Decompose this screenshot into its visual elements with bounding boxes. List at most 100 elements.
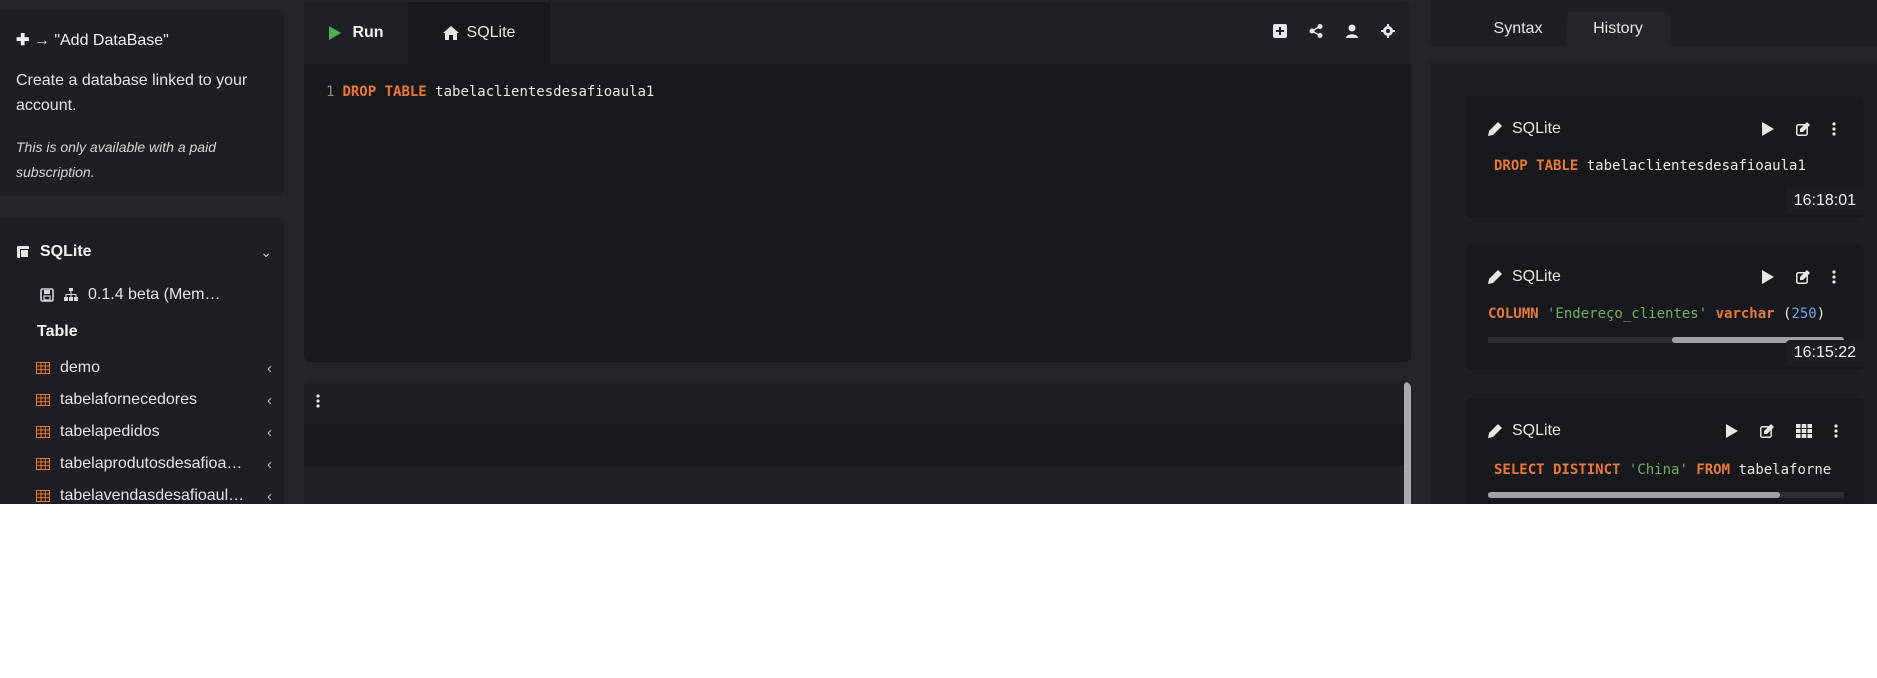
sql-number: 250 <box>1791 306 1817 322</box>
results-row <box>304 424 1404 466</box>
history-engine: SQLite <box>1512 422 1561 439</box>
history-item: SQLite COLUMN 'Endereço_clientes' varcha… <box>1466 244 1864 370</box>
table-item[interactable]: tabelapedidos ‹ <box>36 416 272 448</box>
add-square-icon[interactable] <box>1273 24 1287 38</box>
grid-icon[interactable] <box>1796 424 1812 438</box>
history-actions <box>1726 424 1838 438</box>
sql-string: 'Endereço_clientes' <box>1538 306 1708 322</box>
sql-keyword: varchar <box>1707 306 1775 322</box>
pencil-icon <box>1488 122 1502 136</box>
history-query[interactable]: DROP TABLE tabelaclientesdesafioaula1 <box>1494 158 1852 174</box>
app-window: ✚ → "Add DataBase" Create a database lin… <box>0 0 1877 504</box>
sql-paren: ) <box>1816 306 1826 322</box>
sql-editor: Run SQLite 1 DROP TABLE tabelaclientesdes… <box>304 2 1411 362</box>
history-item: SQLite DROP TABLE tabelaclientesdesafioa… <box>1466 96 1864 218</box>
share-icon[interactable] <box>1309 24 1323 38</box>
database-icon <box>17 246 29 258</box>
sql-paren: ( <box>1774 306 1792 322</box>
history-item-header: SQLite <box>1488 422 1561 440</box>
more-vertical-icon[interactable] <box>1834 424 1838 438</box>
results-panel <box>304 382 1411 504</box>
save-icon[interactable] <box>40 288 54 302</box>
history-actions <box>1762 270 1836 284</box>
gear-icon[interactable] <box>1381 24 1395 38</box>
edit-icon[interactable] <box>1760 424 1774 438</box>
add-database-note: This is only available with a paid subsc… <box>16 139 216 180</box>
sql-keyword: SELECT DISTINCT <box>1494 462 1621 478</box>
sql-identifier: tabelaclientesdesafioaula1 <box>1578 158 1806 174</box>
table-item[interactable]: tabelavendasdesafioaul… ‹ <box>36 480 272 504</box>
play-icon[interactable] <box>1762 122 1774 136</box>
sql-identifier: tabelaclientesdesafioaula1 <box>426 84 655 100</box>
table-icon <box>36 490 50 502</box>
play-icon[interactable] <box>1762 270 1774 284</box>
edit-icon[interactable] <box>1796 270 1810 284</box>
table-icon <box>36 394 50 406</box>
chevron-left-icon[interactable]: ‹ <box>267 456 272 473</box>
tab-sqlite[interactable]: SQLite <box>408 2 550 64</box>
table-list: demo ‹ tabelafornecedores ‹ tabelapedido… <box>36 352 272 504</box>
results-scrollbar[interactable] <box>1404 382 1411 504</box>
history-query[interactable]: COLUMN 'Endereço_clientes' varchar (250) <box>1488 306 1846 322</box>
plus-icon: ✚ <box>16 32 30 49</box>
editor-actions <box>1273 24 1395 38</box>
table-item[interactable]: tabelafornecedores ‹ <box>36 384 272 416</box>
sql-identifier: tabelaforne <box>1730 462 1832 478</box>
results-toolbar <box>304 382 1404 424</box>
table-name: tabelafornecedores <box>60 391 197 408</box>
history-item-header: SQLite <box>1488 120 1561 138</box>
arrow-right-icon: → <box>33 32 50 49</box>
home-icon <box>442 26 459 40</box>
history-timestamp: 16:18:01 <box>1785 188 1864 214</box>
play-icon[interactable] <box>1726 424 1738 438</box>
editor-toolbar: Run SQLite <box>304 2 1411 64</box>
add-database-title: "Add DataBase" <box>54 32 169 49</box>
history-actions <box>1762 122 1836 136</box>
chevron-left-icon[interactable]: ‹ <box>267 360 272 377</box>
database-version: 0.1.4 beta (Mem… <box>88 286 221 303</box>
code-line[interactable]: 1 DROP TABLE tabelaclientesdesafioaula1 <box>326 84 654 100</box>
run-label: Run <box>352 24 384 41</box>
history-query[interactable]: SELECT DISTINCT 'China' FROM tabelaforne <box>1494 462 1846 478</box>
more-vertical-icon[interactable] <box>1832 270 1836 284</box>
table-item[interactable]: tabelaprodutosdesafioa… ‹ <box>36 448 272 480</box>
sql-keyword: FROM <box>1687 462 1731 478</box>
user-icon[interactable] <box>1345 24 1359 38</box>
table-name: tabelavendasdesafioaul… <box>60 487 245 504</box>
sitemap-icon[interactable] <box>64 288 78 302</box>
sql-string: 'China' <box>1620 462 1688 478</box>
history-item: SQLite SELECT DISTINCT 'China' FROM tabe… <box>1466 398 1864 504</box>
add-database-description: Create a database linked to your account… <box>16 72 248 114</box>
chevron-left-icon[interactable]: ‹ <box>267 392 272 409</box>
add-database-link[interactable]: ✚ → "Add DataBase" <box>16 30 169 50</box>
chevron-left-icon[interactable]: ‹ <box>267 424 272 441</box>
database-name: SQLite <box>40 243 92 260</box>
sql-keyword: DROP TABLE <box>1494 158 1579 174</box>
table-icon <box>36 362 50 374</box>
history-item-header: SQLite <box>1488 268 1561 286</box>
tab-sqlite-label: SQLite <box>466 24 516 41</box>
table-name: tabelaprodutosdesafioa… <box>60 455 243 472</box>
history-timestamp: 16:15:22 <box>1785 340 1864 366</box>
tab-history[interactable]: History <box>1566 12 1670 46</box>
table-item[interactable]: demo ‹ <box>36 352 272 384</box>
history-engine: SQLite <box>1512 120 1561 137</box>
chevron-down-icon[interactable]: ⌄ <box>260 244 272 261</box>
history-scrollbar[interactable] <box>1488 492 1844 498</box>
table-name: demo <box>60 359 101 376</box>
more-vertical-icon[interactable] <box>316 394 320 408</box>
edit-icon[interactable] <box>1796 122 1810 136</box>
history-engine: SQLite <box>1512 268 1561 285</box>
database-header[interactable]: SQLite ⌄ <box>16 240 272 264</box>
sql-keyword: COLUMN <box>1488 306 1539 322</box>
right-tabs: Syntax History <box>1430 0 1877 46</box>
run-button[interactable]: Run <box>304 2 408 64</box>
pencil-icon <box>1488 424 1502 438</box>
database-version-row: 0.1.4 beta (Mem… <box>40 286 221 304</box>
chevron-left-icon[interactable]: ‹ <box>267 488 272 505</box>
pencil-icon <box>1488 270 1502 284</box>
history-scrollbar-thumb[interactable] <box>1488 492 1780 498</box>
more-vertical-icon[interactable] <box>1832 122 1836 136</box>
table-icon <box>36 426 50 438</box>
table-section-label: Table <box>37 323 78 340</box>
